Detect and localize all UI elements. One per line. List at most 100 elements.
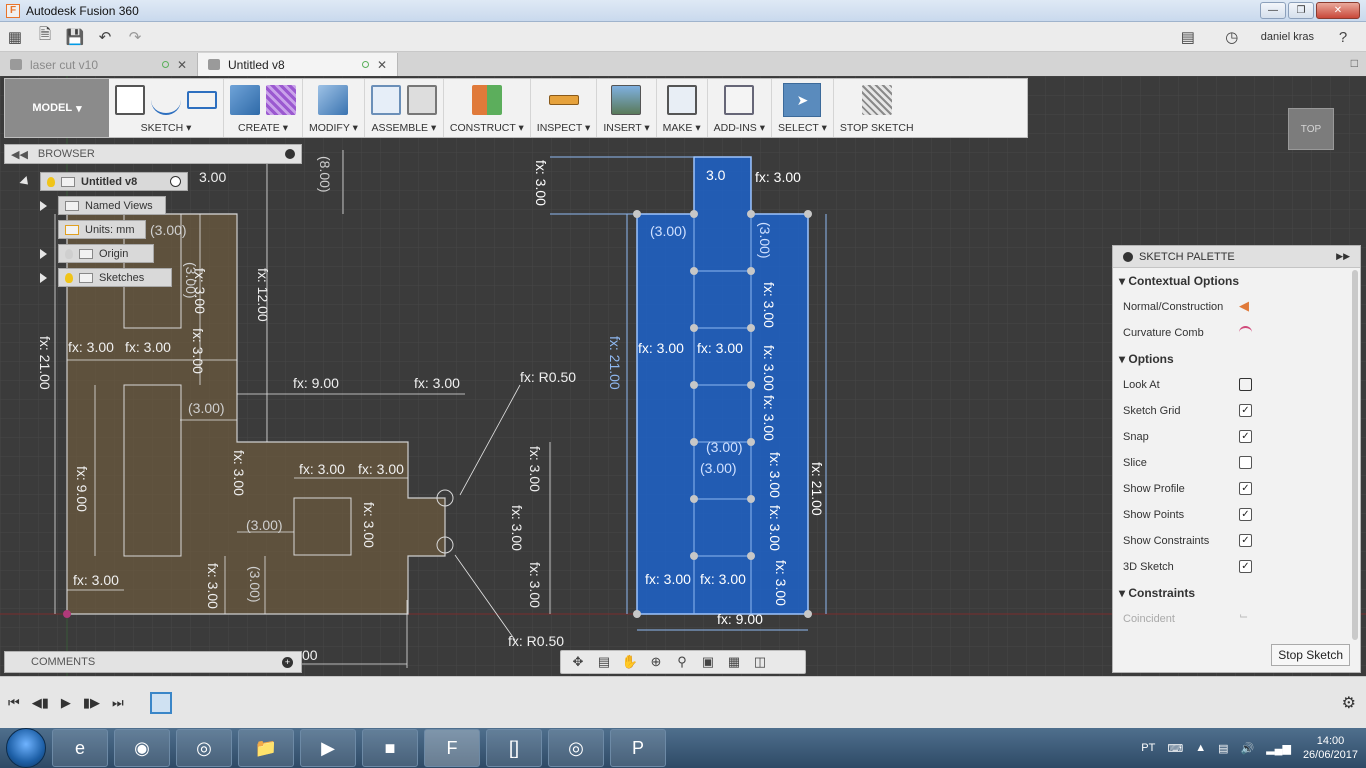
chrome-icon[interactable]: ◎ [176,729,232,767]
minimize-button[interactable]: — [1260,2,1286,19]
show-profile-checkbox[interactable]: ✓ [1239,482,1252,495]
firefox-icon[interactable]: ◉ [114,729,170,767]
show-hidden-icons-icon[interactable]: ▲ [1195,742,1206,754]
restore-button[interactable]: ❐ [1288,2,1314,19]
toolbar-construct[interactable]: CONSTRUCT ▾ [444,79,531,137]
form-icon[interactable] [266,85,296,115]
toolbar-inspect[interactable]: INSPECT ▾ [531,79,598,137]
snap-checkbox[interactable]: ✓ [1239,430,1252,443]
activate-radio-icon[interactable] [170,176,181,187]
workspace-switcher[interactable]: MODEL ▾ [5,79,109,137]
display-settings-icon[interactable]: ▣ [697,654,719,670]
close-tab-icon[interactable]: ✕ [177,58,187,72]
browser-panel-header[interactable]: ◀◀ BROWSER [4,144,302,164]
press-pull-icon[interactable] [318,85,349,115]
expand-icon[interactable] [40,249,47,259]
palette-row-snap[interactable]: Snap ✓ [1113,424,1360,450]
undo-icon[interactable]: ↶ [90,24,120,50]
browser-item-named-views[interactable]: Named Views [58,196,166,215]
redo-icon[interactable]: ↷ [120,24,150,50]
browser-item-units[interactable]: Units: mm [58,220,146,239]
step-back-icon[interactable]: ◀▮ [32,695,49,711]
powerpoint-icon[interactable]: P [610,729,666,767]
curvature-comb-icon[interactable] [1239,326,1252,339]
expand-icon[interactable] [40,201,47,211]
3d-print-icon[interactable] [666,85,697,115]
palette-row-curvature-comb[interactable]: Curvature Comb [1113,320,1360,346]
keyboard-icon[interactable]: ⌨ [1167,742,1183,755]
save-icon[interactable]: 💾 [60,24,90,50]
3d-sketch-checkbox[interactable]: ✓ [1239,560,1252,573]
language-indicator[interactable]: PT [1141,742,1155,754]
gear-icon[interactable]: ⚙ [1342,693,1356,713]
visibility-bulb-icon[interactable] [65,272,73,283]
palette-row-show-profile[interactable]: Show Profile ✓ [1113,476,1360,502]
play-icon[interactable]: ▶ [61,695,71,711]
app-icon[interactable]: ■ [362,729,418,767]
minimize-panel-icon[interactable] [285,149,295,159]
visibility-bulb-icon[interactable] [65,248,73,259]
joint-icon[interactable] [406,85,437,115]
comment-icon[interactable]: ▤ [1173,24,1203,50]
timeline-sketch-feature[interactable] [149,691,172,714]
signal-icon[interactable]: ▂▄▆ [1266,742,1291,755]
sketch-grid-checkbox[interactable]: ✓ [1239,404,1252,417]
help-icon[interactable]: ? [1328,24,1358,50]
browser-item-sketches[interactable]: Sketches [58,268,172,287]
toolbar-sketch[interactable]: SKETCH ▾ [109,79,224,137]
palette-row-slice[interactable]: Slice [1113,450,1360,476]
pan-icon[interactable]: ✋ [619,654,641,670]
palette-row-look-at[interactable]: Look At [1113,372,1360,398]
start-button[interactable] [6,728,46,768]
expand-palette-icon[interactable]: ▶▶ [1336,251,1350,262]
palette-scrollbar[interactable] [1352,270,1358,640]
close-tab-icon[interactable]: ✕ [377,58,387,72]
view-cube[interactable]: TOP [1288,108,1334,150]
toolbar-modify[interactable]: MODIFY ▾ [303,79,365,137]
palette-row-coincident[interactable]: Coincident ⌙ [1113,606,1360,632]
zoom-window-icon[interactable]: ⚲ [671,654,693,670]
expand-icon[interactable] [40,273,47,283]
toolbar-select[interactable]: ➤ SELECT ▾ [772,79,834,137]
select-icon[interactable]: ➤ [783,83,822,117]
toolbar-stop-sketch[interactable]: STOP SKETCH [834,79,920,137]
job-status-icon[interactable]: ◷ [1217,24,1247,50]
section-contextual-options[interactable]: ▾ Contextual Options [1113,268,1360,294]
tab-overflow-icon[interactable]: □ [1351,56,1358,70]
spline-icon[interactable] [151,85,181,115]
chrome-icon[interactable]: ◎ [548,729,604,767]
toolbar-assemble[interactable]: ASSEMBLE ▾ [365,79,444,137]
grid-settings-icon[interactable]: ▦ [723,654,745,670]
go-to-end-icon[interactable]: ⏭ [112,695,124,711]
palette-row-sketch-grid[interactable]: Sketch Grid ✓ [1113,398,1360,424]
toolbar-create[interactable]: CREATE ▾ [224,79,303,137]
browser-item-origin[interactable]: Origin [58,244,154,263]
volume-icon[interactable]: 🔊 [1241,742,1255,755]
app-grid-icon[interactable]: ▦ [0,24,30,50]
comments-panel[interactable]: COMMENTS + [4,651,302,673]
scripts-icon[interactable] [724,85,755,115]
zoom-icon[interactable]: ⊕ [645,654,667,670]
go-to-start-icon[interactable]: ⏮ [8,695,20,711]
toolbar-add-ins[interactable]: ADD-INS ▾ [708,79,772,137]
show-constraints-checkbox[interactable]: ✓ [1239,534,1252,547]
file-explorer-icon[interactable]: 📁 [238,729,294,767]
media-player-icon[interactable]: ▶ [300,729,356,767]
slice-checkbox[interactable] [1239,456,1252,469]
section-constraints[interactable]: ▾ Constraints [1113,580,1360,606]
insert-image-icon[interactable] [611,85,642,115]
show-points-checkbox[interactable]: ✓ [1239,508,1252,521]
visibility-bulb-icon[interactable] [47,176,55,187]
user-menu[interactable]: daniel kras [1261,31,1314,43]
create-sketch-icon[interactable] [115,85,145,115]
viewports-icon[interactable]: ◫ [749,654,771,670]
section-options[interactable]: ▾ Options [1113,346,1360,372]
step-forward-icon[interactable]: ▮▶ [83,695,100,711]
add-comment-icon[interactable]: + [282,656,293,668]
fusion-360-taskbar-icon[interactable]: F [424,729,480,767]
palette-row-normal-construction[interactable]: Normal/Construction ◀ [1113,294,1360,320]
palette-header[interactable]: SKETCH PALETTE ▶▶ [1113,246,1360,268]
toolbar-make[interactable]: MAKE ▾ [657,79,708,137]
new-component-icon[interactable] [370,85,401,115]
construction-line-icon[interactable]: ◀ [1239,298,1252,313]
